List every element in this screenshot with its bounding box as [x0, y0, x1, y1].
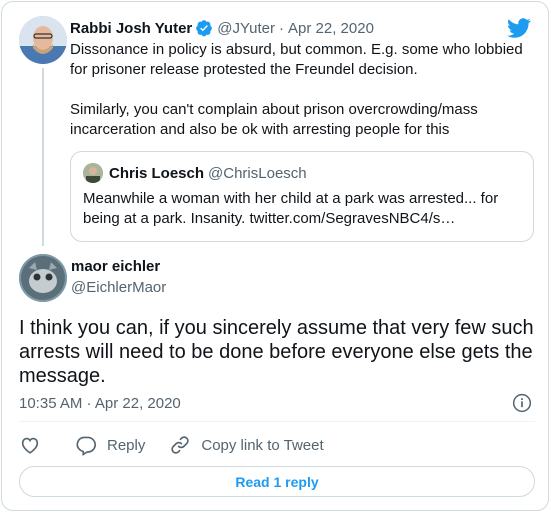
- info-icon[interactable]: [512, 393, 532, 413]
- like-button[interactable]: [19, 434, 51, 456]
- link-icon: [171, 436, 190, 454]
- avatar[interactable]: [19, 16, 67, 64]
- divider: [19, 421, 535, 422]
- tweet-header: Rabbi Josh Yuter @JYuter · Apr 22, 2020: [70, 17, 374, 39]
- tweet-timestamp[interactable]: 10:35 AM · Apr 22, 2020: [19, 395, 181, 412]
- thread-connector-line: [42, 68, 44, 246]
- embedded-tweet-card: Rabbi Josh Yuter @JYuter · Apr 22, 2020 …: [1, 1, 549, 511]
- avatar-image: [19, 16, 67, 64]
- heart-icon: [21, 437, 39, 454]
- separator: ·: [279, 19, 285, 37]
- copy-link-button[interactable]: Copy link to Tweet: [169, 434, 324, 456]
- reply-button[interactable]: Reply: [75, 434, 145, 456]
- tweet-text-paragraph: Dissonance in policy is absurd, but comm…: [70, 41, 523, 78]
- author-handle[interactable]: @EichlerMaor: [71, 279, 166, 296]
- tweet-text-paragraph: Similarly, you can't complain about pris…: [70, 101, 478, 138]
- avatar-image: [83, 163, 103, 183]
- avatar: [83, 163, 103, 183]
- reply-icon: [76, 436, 96, 456]
- copy-link-label: Copy link to Tweet: [201, 436, 324, 454]
- tweet-date[interactable]: Apr 22, 2020: [288, 20, 374, 37]
- avatar-image: [19, 254, 67, 302]
- author-name: Chris Loesch: [109, 164, 205, 182]
- tweet-actions: Reply Copy link to Tweet: [19, 432, 348, 458]
- quoted-tweet[interactable]: Chris Loesch @ChrisLoesch Meanwhile a wo…: [70, 151, 534, 242]
- reply-label: Reply: [107, 436, 146, 454]
- verified-badge-icon: [196, 20, 213, 37]
- twitter-bird-icon[interactable]: [507, 16, 531, 40]
- author-name[interactable]: maor eichler: [71, 258, 160, 275]
- read-replies-button[interactable]: Read 1 reply: [19, 466, 535, 497]
- author-name[interactable]: Rabbi Josh Yuter: [70, 20, 192, 37]
- tweet-text: Dissonance in policy is absurd, but comm…: [70, 40, 540, 140]
- quoted-tweet-text: Meanwhile a woman with her child at a pa…: [83, 190, 499, 227]
- tweet-text: I think you can, if you sincerely assume…: [19, 317, 534, 387]
- author-handle: @ChrisLoesch: [208, 164, 307, 182]
- author-handle[interactable]: @JYuter: [217, 20, 275, 37]
- quoted-tweet-header: Chris Loesch @ChrisLoesch: [83, 163, 307, 183]
- avatar[interactable]: [19, 254, 67, 302]
